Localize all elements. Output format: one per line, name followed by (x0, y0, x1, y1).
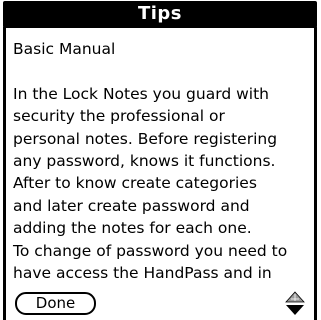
done-button[interactable]: Done (15, 292, 96, 315)
scroll-down-arrow-icon[interactable] (285, 304, 305, 316)
text-line: Basic Manual (13, 40, 116, 58)
text-line: personal notes. Before registering (13, 129, 278, 148)
dialog-frame-left (3, 27, 6, 320)
dialog-frame-right (314, 27, 317, 320)
text-line: security the professional or (13, 107, 225, 126)
text-line: In the Lock Notes you guard with (13, 84, 269, 103)
dialog-title-bar: Tips (3, 1, 317, 28)
text-line: any password, knows it functions. (13, 151, 276, 170)
text-line: adding the notes for each one. (13, 219, 252, 238)
scroll-arrows (285, 291, 305, 317)
dialog-title: Tips (137, 3, 183, 24)
text-line: have access the HandPass and in (13, 263, 272, 282)
text-line: To change of password you need to (13, 241, 288, 260)
text-line (13, 60, 311, 82)
text-line: After to know create categories (13, 174, 257, 193)
tips-text-area: Basic Manual In the Lock Notes you guard… (13, 38, 311, 284)
tips-dialog: Tips Basic Manual In the Lock Notes you … (0, 0, 321, 320)
scroll-up-arrow-icon[interactable] (285, 291, 305, 303)
text-line: and later create password and (13, 196, 250, 215)
